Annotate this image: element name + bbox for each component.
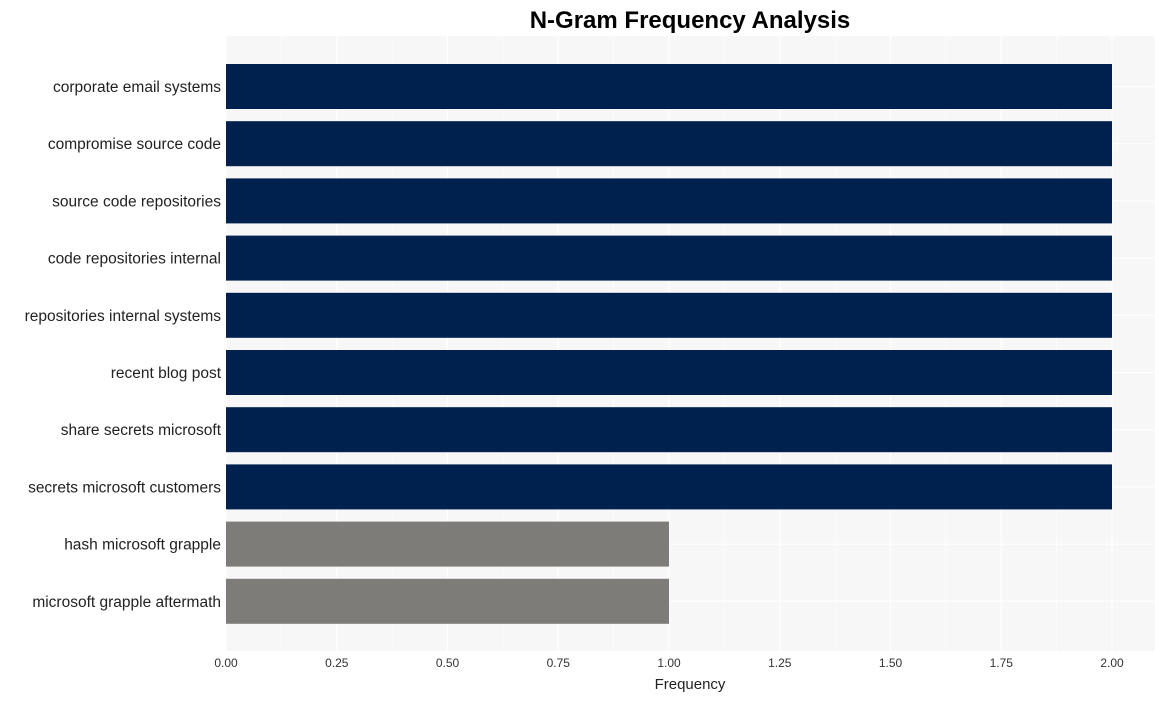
x-tick-label: 2.00	[1100, 656, 1124, 670]
bar-repositories-internal-systems	[226, 292, 1112, 338]
y-tick-label: corporate email systems	[53, 79, 221, 96]
x-tick-labels: 0.00 0.25 0.50 0.75 1.00 1.25 1.50 1.75 2.00	[214, 656, 1124, 670]
y-tick-label: hash microsoft grapple	[64, 537, 221, 554]
x-tick-label: 0.25	[325, 656, 349, 670]
bar-hash-microsoft-grapple	[226, 521, 669, 567]
bar-share-secrets-microsoft	[226, 407, 1112, 453]
bar-code-repositories-internal	[226, 235, 1112, 281]
y-tick-label: microsoft grapple aftermath	[32, 594, 221, 611]
x-tick-label: 0.00	[214, 656, 238, 670]
y-tick-label: recent blog post	[111, 365, 222, 382]
x-tick-label: 0.75	[547, 656, 571, 670]
chart-title: N-Gram Frequency Analysis	[530, 7, 851, 34]
x-tick-label: 0.50	[436, 656, 460, 670]
bar-microsoft-grapple-aftermath	[226, 578, 669, 624]
x-tick-label: 1.00	[657, 656, 681, 670]
bar-recent-blog-post	[226, 350, 1112, 395]
y-tick-label: compromise source code	[48, 136, 221, 153]
y-tick-label: secrets microsoft customers	[28, 479, 221, 496]
bar-source-code-repositories	[226, 178, 1112, 224]
bar-corporate-email-systems	[226, 64, 1112, 109]
y-tick-label: code repositories internal	[48, 251, 221, 268]
x-tick-label: 1.50	[879, 656, 903, 670]
y-tick-labels: corporate email systems compromise source…	[25, 79, 222, 611]
bar-compromise-source-code	[226, 121, 1112, 167]
bar-secrets-microsoft-customers	[226, 464, 1112, 510]
y-tick-label: repositories internal systems	[25, 308, 222, 325]
y-tick-label: share secrets microsoft	[61, 422, 222, 439]
x-axis-label: Frequency	[655, 676, 726, 693]
x-tick-label: 1.75	[990, 656, 1014, 670]
y-tick-label: source code repositories	[52, 193, 221, 210]
x-tick-label: 1.25	[768, 656, 792, 670]
ngram-chart: corporate email systems compromise source…	[25, 7, 1155, 693]
